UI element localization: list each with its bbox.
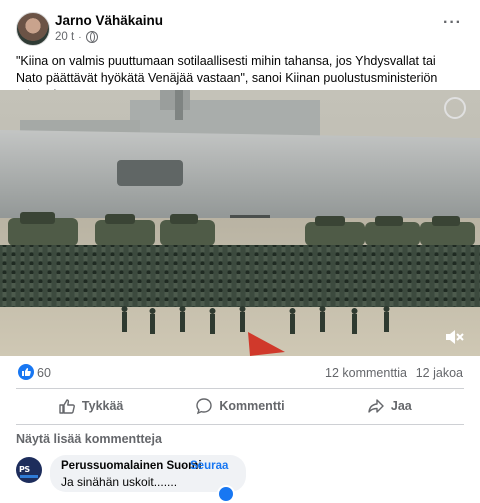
avatar-logo-text: PS bbox=[19, 465, 30, 474]
video-frame bbox=[0, 90, 480, 356]
follow-button[interactable]: Seuraa bbox=[190, 460, 228, 472]
share-label: Jaa bbox=[390, 399, 412, 413]
post-stats: 60 12 kommenttia 12 jakoa bbox=[0, 360, 480, 386]
author-avatar[interactable] bbox=[16, 12, 50, 46]
comment-button[interactable]: Kommentti bbox=[165, 392, 314, 420]
comment-icon bbox=[196, 398, 213, 415]
comment-like-reaction-icon[interactable] bbox=[217, 485, 235, 503]
comment-label: Kommentti bbox=[219, 399, 285, 413]
globe-icon bbox=[85, 31, 98, 43]
comment-text: Ja sinähän uskoit....... bbox=[61, 475, 178, 489]
divider bbox=[16, 424, 464, 425]
share-button[interactable]: Jaa bbox=[315, 392, 464, 420]
meta-separator: · bbox=[78, 31, 82, 43]
comment-separator: · bbox=[182, 460, 186, 472]
mute-icon[interactable] bbox=[444, 328, 464, 346]
share-count[interactable]: 12 jakoa bbox=[416, 366, 463, 380]
share-icon bbox=[368, 399, 384, 413]
post-meta: 20 t · bbox=[55, 31, 98, 43]
like-button[interactable]: Tykkää bbox=[16, 392, 165, 420]
post-header: Jarno Vähäkainu 20 t · ··· bbox=[0, 0, 480, 46]
commenter-avatar[interactable]: PS bbox=[16, 457, 42, 483]
author-name[interactable]: Jarno Vähäkainu bbox=[55, 13, 163, 28]
avatar-logo-bar bbox=[20, 475, 38, 478]
commenter-name[interactable]: Perussuomalainen Suomi bbox=[61, 460, 202, 472]
like-count[interactable]: 60 bbox=[37, 366, 51, 380]
like-reaction-icon[interactable] bbox=[18, 364, 34, 380]
view-more-comments-link[interactable]: Näytä lisää kommentteja bbox=[16, 432, 162, 446]
like-label: Tykkää bbox=[81, 399, 124, 413]
divider bbox=[16, 388, 464, 389]
video-player[interactable] bbox=[0, 90, 480, 356]
more-icon[interactable]: ··· bbox=[443, 14, 462, 32]
comment-count[interactable]: 12 kommenttia bbox=[325, 366, 407, 380]
comment: PS Perussuomalainen Suomi · Seuraa Ja si… bbox=[16, 455, 476, 503]
thumbs-up-icon bbox=[59, 399, 75, 414]
comment-bubble: Perussuomalainen Suomi · Seuraa Ja sinäh… bbox=[50, 455, 246, 492]
action-bar: Tykkää Kommentti Jaa bbox=[16, 392, 464, 420]
post-time[interactable]: 20 t bbox=[55, 31, 74, 43]
